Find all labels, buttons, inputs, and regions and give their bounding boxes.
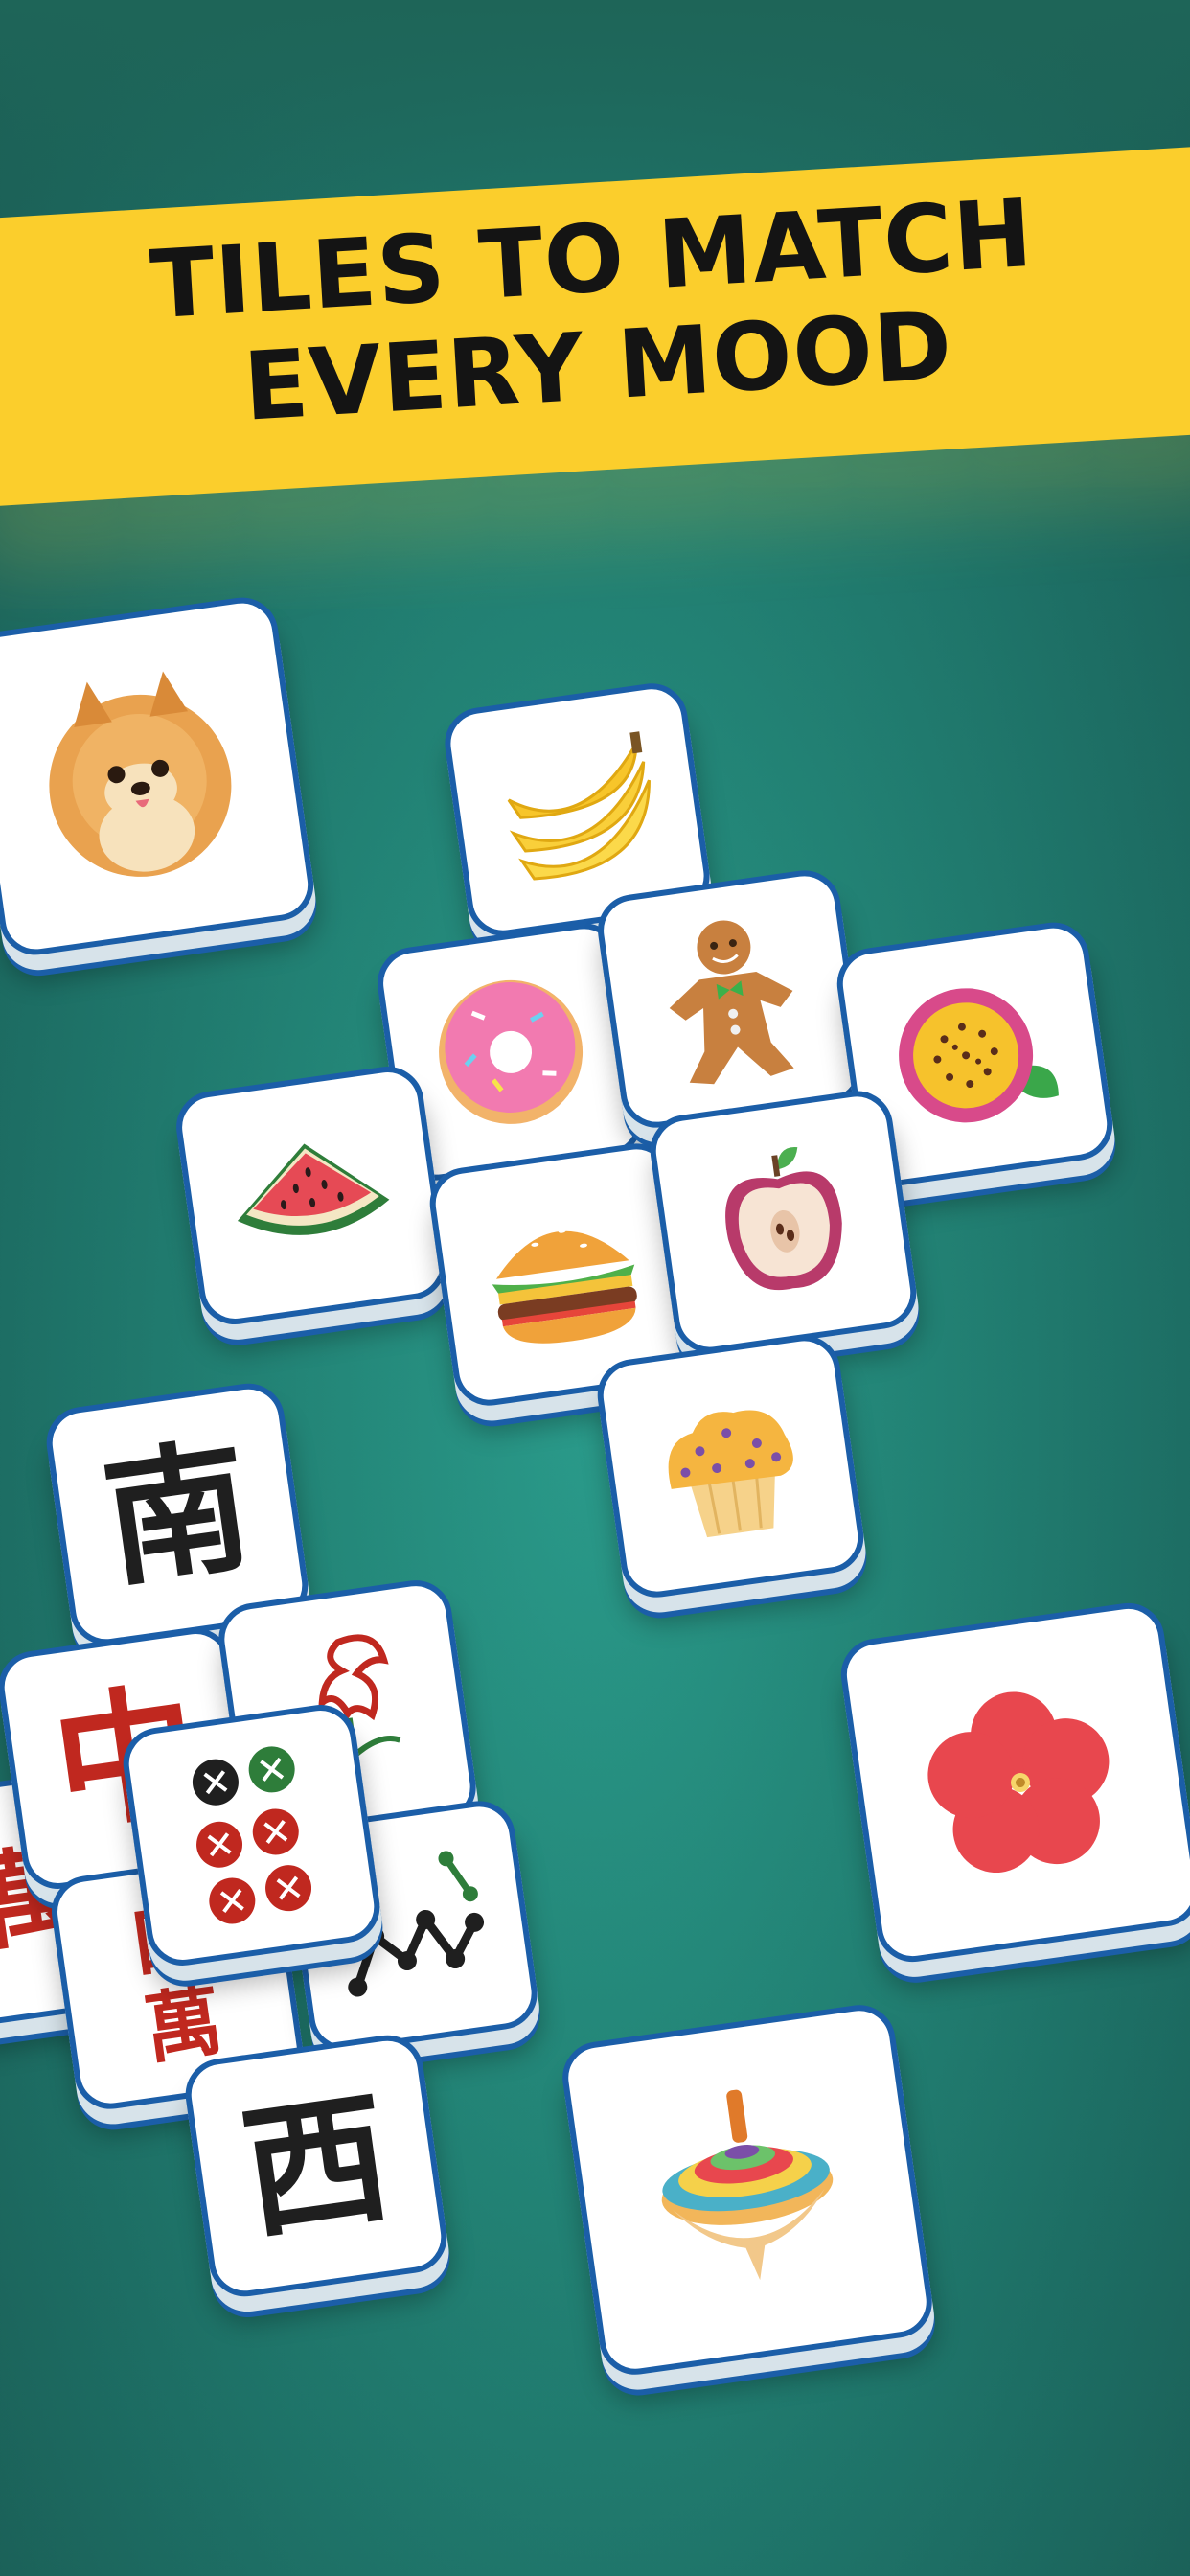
tile-pomeranian[interactable] bbox=[0, 592, 319, 960]
tile-gingerbread[interactable] bbox=[593, 865, 868, 1133]
gingerbread-man-icon bbox=[669, 920, 794, 1084]
spinning-top-icon bbox=[661, 2089, 834, 2281]
six-circles-icon bbox=[192, 1746, 311, 1924]
tile-flower[interactable] bbox=[835, 1598, 1190, 1967]
banana-icon bbox=[507, 731, 651, 881]
pomeranian-dog-icon bbox=[49, 671, 232, 877]
muffin-icon bbox=[668, 1410, 793, 1538]
red-flower-icon bbox=[927, 1691, 1110, 1874]
tile-apple[interactable] bbox=[645, 1086, 922, 1358]
tile-spinning-top[interactable] bbox=[558, 2000, 937, 2380]
donut-icon bbox=[438, 979, 583, 1124]
tile-mahjong-west[interactable]: 西 bbox=[180, 2030, 452, 2302]
tile-watermelon[interactable] bbox=[172, 1062, 451, 1329]
tile-muffin[interactable] bbox=[592, 1330, 869, 1602]
apple-half-icon bbox=[724, 1147, 842, 1291]
passion-fruit-icon bbox=[898, 988, 1059, 1123]
burger-icon bbox=[492, 1229, 637, 1344]
mahjong-south-glyph: 南 bbox=[94, 1420, 261, 1608]
watermelon-slice-icon bbox=[237, 1143, 390, 1235]
tile-mahjong-six-circles[interactable] bbox=[118, 1700, 385, 1970]
mahjong-west-glyph: 西 bbox=[233, 2072, 400, 2260]
